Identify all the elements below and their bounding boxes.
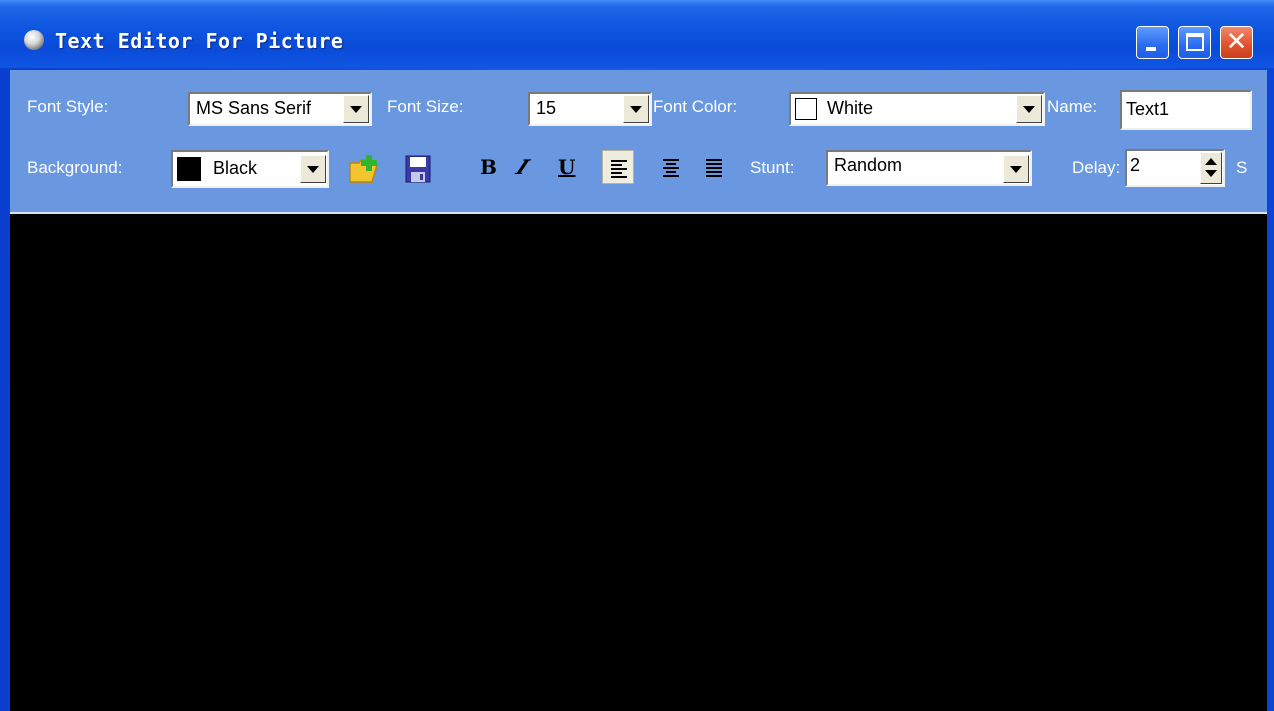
spinner-buttons[interactable] [1200,152,1222,184]
font-color-value: White [827,98,874,118]
app-window: Text Editor For Picture ✕ Font Style: MS… [0,0,1274,711]
align-justify-button[interactable] [698,150,730,184]
app-icon[interactable] [24,30,44,50]
name-value: Text1 [1126,99,1170,119]
minimize-button[interactable] [1136,26,1169,59]
maximize-icon [1186,33,1204,51]
align-left-button[interactable] [602,150,634,184]
chevron-down-icon[interactable] [1016,95,1042,123]
minimize-icon [1146,47,1156,51]
chevron-down-icon[interactable] [623,95,649,123]
delay-unit: S [1236,158,1248,177]
open-file-button[interactable] [347,152,381,186]
picture-canvas[interactable] [10,214,1267,711]
delay-value: 2 [1130,155,1141,175]
delay-stepper[interactable]: 2 [1125,149,1225,187]
save-disk-icon [405,155,431,183]
font-size-value: 15 [536,98,557,118]
font-color-label: Font Color: [653,97,738,116]
color-swatch [177,157,201,181]
italic-glyph: I [512,155,533,179]
bold-button[interactable]: B [480,155,497,179]
stunt-select[interactable]: Random [826,150,1032,186]
font-style-value: MS Sans Serif [196,98,312,118]
font-color-select[interactable]: White [789,92,1045,126]
chevron-down-icon[interactable] [343,95,369,123]
window-title: Text Editor For Picture [55,29,344,53]
title-bar[interactable]: Text Editor For Picture ✕ [0,0,1274,68]
chevron-up-icon[interactable] [1205,158,1217,165]
name-label: Name: [1047,97,1098,116]
italic-button[interactable]: I [512,155,533,179]
background-select[interactable]: Black [171,150,329,188]
background-label: Background: [27,158,123,177]
stunt-value: Random [834,155,903,175]
align-center-button[interactable] [655,150,687,184]
chevron-down-icon[interactable] [1003,155,1029,183]
open-folder-icon [349,155,379,183]
delay-label: Delay: [1072,158,1121,177]
close-button[interactable]: ✕ [1220,26,1253,59]
font-style-label: Font Style: [27,97,109,116]
stunt-label: Stunt: [750,158,795,177]
background-value: Black [213,158,258,178]
color-swatch [795,98,817,120]
underline-button[interactable]: U [558,155,575,179]
font-size-select[interactable]: 15 [528,92,652,126]
chevron-down-icon[interactable] [300,155,326,183]
toolbar: Font Style: MS Sans Serif Font Size: 15 … [10,70,1267,214]
name-input[interactable]: Text1 [1120,90,1252,130]
font-size-label: Font Size: [387,97,464,116]
maximize-button[interactable] [1178,26,1211,59]
chevron-down-icon[interactable] [1205,170,1217,177]
font-style-select[interactable]: MS Sans Serif [188,92,372,126]
save-button[interactable] [402,152,436,186]
close-icon: ✕ [1225,27,1248,57]
